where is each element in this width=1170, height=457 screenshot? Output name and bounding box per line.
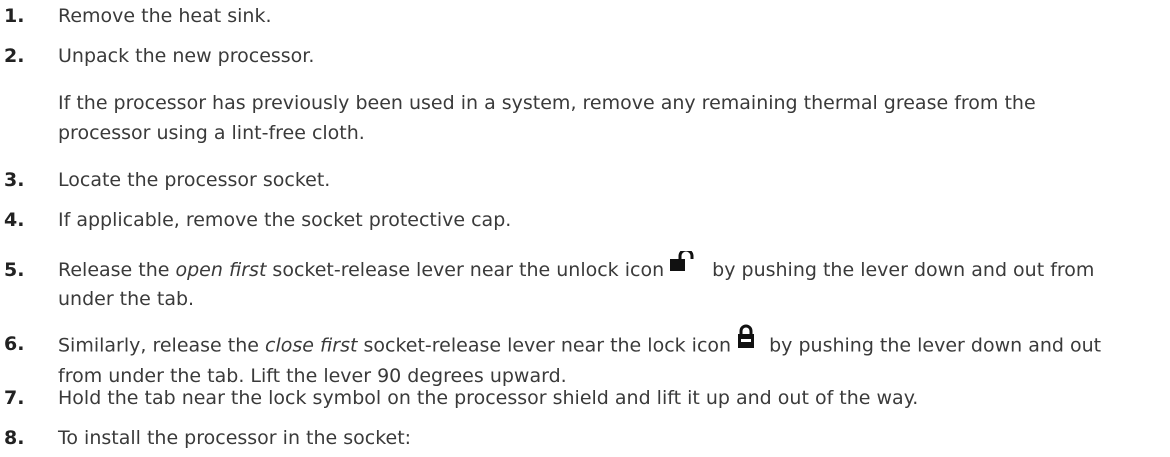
step-number: 8.	[4, 427, 25, 449]
step-text: Hold the tab near the lock symbol on the…	[58, 387, 919, 409]
step-text: Locate the processor socket.	[58, 169, 331, 191]
unlock-icon	[670, 248, 698, 279]
step-text-emphasis: open first	[175, 259, 267, 281]
procedure-steps: 1. Remove the heat sink. 2. Unpack the n…	[0, 0, 1170, 457]
step-text-pre: Release the	[58, 259, 176, 281]
step-number: 6.	[4, 333, 25, 355]
lock-icon	[737, 324, 755, 356]
step-number: 2.	[4, 45, 25, 67]
step-text-emphasis: close first	[265, 334, 358, 357]
step-text: To install the processor in the socket:	[58, 427, 412, 449]
step-number: 7.	[4, 387, 25, 409]
step-text: Release the open first socket-release le…	[58, 248, 1130, 313]
step-text-mid: socket-release lever near the lock icon	[357, 334, 732, 357]
step-note: If the processor has previously been use…	[58, 92, 1036, 144]
step-number: 3.	[4, 169, 25, 191]
step-text-pre: Similarly, release the	[58, 334, 266, 357]
step-number: 4.	[4, 209, 25, 231]
step-text: Unpack the new processor.	[58, 45, 315, 67]
step-number: 1.	[4, 5, 25, 27]
step-text-mid: socket-release lever near the unlock ico…	[266, 259, 665, 281]
step-text: If applicable, remove the socket protect…	[58, 209, 512, 231]
step-number: 5.	[4, 259, 25, 281]
step-text: Remove the heat sink.	[58, 5, 272, 27]
step-text: Similarly, release the close first socke…	[58, 324, 1130, 390]
